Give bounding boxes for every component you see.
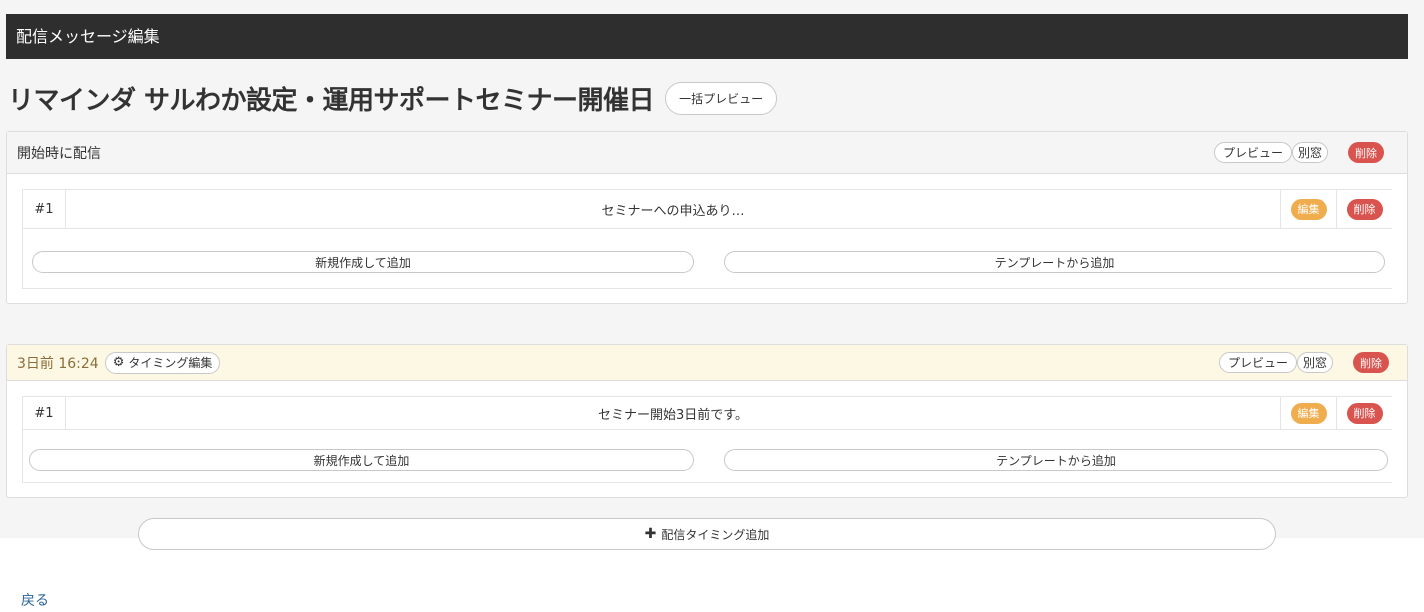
message-delete-button[interactable]: 削除: [1346, 198, 1383, 220]
preview-button[interactable]: プレビュー: [1214, 142, 1293, 163]
plus-icon: ✚: [644, 526, 657, 542]
delivery-section-timing: 3日前 16:24 ⚙ タイミング編集 プレビュー 別窓 削除 #1 セミナー開…: [6, 344, 1408, 498]
bulk-preview-button[interactable]: 一括プレビュー: [665, 81, 778, 115]
message-text: セミナー開始3日前です。: [66, 397, 1281, 429]
section-header: 開始時に配信 プレビュー 別窓 削除: [7, 132, 1407, 174]
timing-edit-button[interactable]: ⚙ タイミング編集: [104, 351, 221, 374]
section-actions: プレビュー 別窓 削除: [1214, 132, 1385, 173]
message-edit-cell: 編集: [1281, 190, 1337, 228]
add-new-message-button[interactable]: 新規作成して追加: [32, 251, 694, 273]
message-delete-cell: 削除: [1337, 190, 1392, 228]
add-timing-button[interactable]: ✚ 配信タイミング追加: [138, 518, 1276, 550]
message-number: #1: [23, 190, 66, 228]
message-list: #1 セミナーへの申込あり… 編集 削除 新規作成して追加 テンプレートから追加: [22, 189, 1392, 289]
section-delete-button[interactable]: 削除: [1348, 142, 1385, 163]
message-delete-button[interactable]: 削除: [1346, 402, 1383, 424]
timing-edit-label: タイミング編集: [128, 356, 213, 370]
section-delete-button[interactable]: 削除: [1353, 352, 1390, 373]
page-title: リマインダ サルわか設定・運用サポートセミナー開催日: [8, 85, 655, 116]
message-row: #1 セミナーへの申込あり… 編集 削除: [23, 189, 1392, 229]
add-timing-label: 配信タイミング追加: [661, 527, 770, 542]
message-delete-cell: 削除: [1337, 397, 1392, 429]
section-title: 開始時に配信: [17, 145, 101, 162]
title-row: リマインダ サルわか設定・運用サポートセミナー開催日 一括プレビュー: [8, 78, 778, 118]
message-edit-cell: 編集: [1281, 397, 1337, 429]
add-from-template-button[interactable]: テンプレートから追加: [724, 449, 1388, 471]
add-from-template-button[interactable]: テンプレートから追加: [724, 251, 1385, 273]
header-bar: 配信メッセージ編集: [6, 14, 1408, 59]
message-text: セミナーへの申込あり…: [66, 190, 1281, 228]
section-header: 3日前 16:24 ⚙ タイミング編集 プレビュー 別窓 削除: [7, 345, 1407, 381]
message-number: #1: [23, 397, 66, 429]
message-list: #1 セミナー開始3日前です。 編集 削除 新規作成して追加 テンプレートから追…: [22, 396, 1392, 483]
preview-button[interactable]: プレビュー: [1219, 352, 1298, 373]
delivery-section-start: 開始時に配信 プレビュー 別窓 削除 #1 セミナーへの申込あり… 編集 削除 …: [6, 131, 1408, 304]
section-title: 3日前 16:24: [17, 355, 99, 372]
back-link[interactable]: 戻る: [21, 590, 49, 610]
section-actions: プレビュー 別窓 削除: [1219, 345, 1390, 380]
separate-window-button[interactable]: 別窓: [1292, 142, 1329, 163]
message-edit-button[interactable]: 編集: [1290, 402, 1327, 424]
add-new-message-button[interactable]: 新規作成して追加: [29, 449, 694, 471]
separate-window-button[interactable]: 別窓: [1297, 352, 1334, 373]
gear-icon: ⚙: [112, 355, 125, 370]
message-row: #1 セミナー開始3日前です。 編集 削除: [23, 396, 1392, 430]
header-title: 配信メッセージ編集: [16, 27, 160, 46]
message-edit-button[interactable]: 編集: [1290, 198, 1327, 220]
